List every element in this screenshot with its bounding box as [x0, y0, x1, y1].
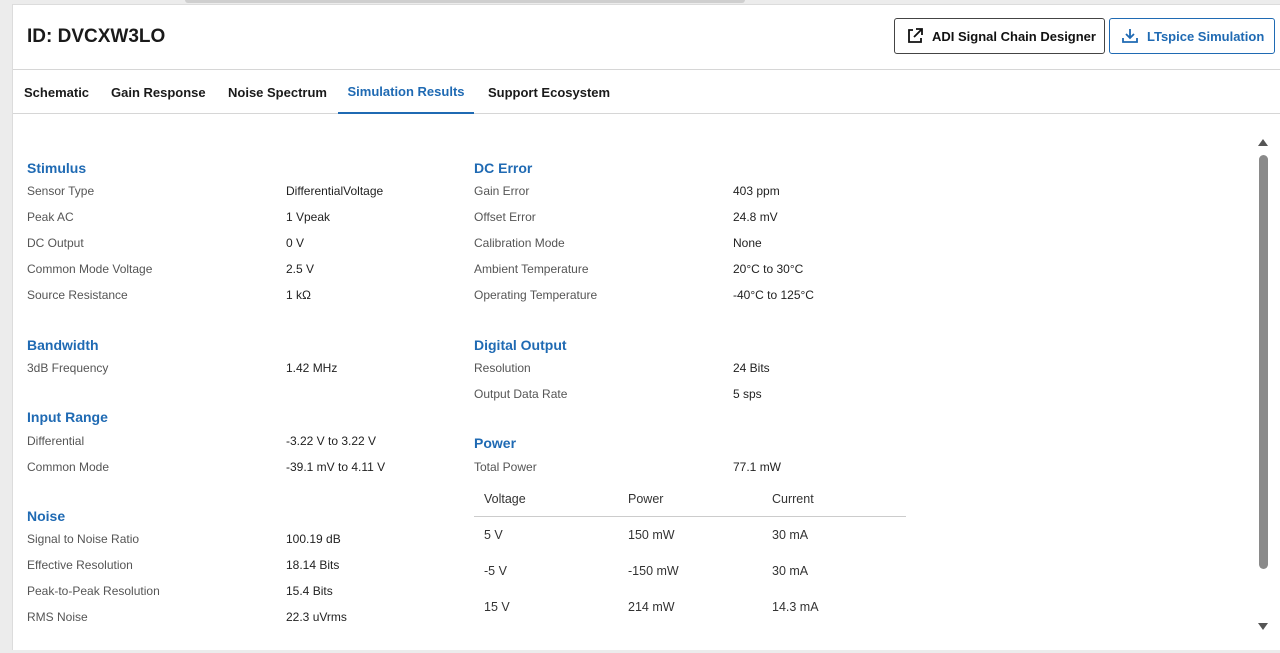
value-source-resistance: 1 kΩ	[286, 288, 311, 302]
power-table-cell: 5 V	[484, 528, 503, 542]
label-differential: Differential	[27, 434, 85, 448]
label-operating-temperature: Operating Temperature	[474, 288, 598, 302]
label-3db-frequency: 3dB Frequency	[27, 361, 109, 375]
adi-signal-chain-designer-label: ADI Signal Chain Designer	[932, 28, 1096, 44]
label-common-mode-voltage: Common Mode Voltage	[27, 262, 153, 276]
scroll-up-icon[interactable]	[1258, 139, 1268, 146]
value-3db-frequency: 1.42 MHz	[286, 361, 338, 375]
power-table-cell: 14.3 mA	[772, 600, 819, 614]
label-peak-ac: Peak AC	[27, 210, 74, 224]
label-peak-to-peak-resolution: Peak-to-Peak Resolution	[27, 584, 160, 598]
scrollbar-thumb[interactable]	[1259, 155, 1268, 569]
power-table-header-voltage: Voltage	[484, 492, 526, 506]
tab-bar: Schematic Gain Response Noise Spectrum S…	[13, 70, 1280, 114]
tab-schematic[interactable]: Schematic	[24, 70, 89, 114]
power-table-cell: 150 mW	[628, 528, 675, 542]
section-title-noise: Noise	[27, 508, 66, 524]
label-source-resistance: Source Resistance	[27, 288, 128, 302]
tab-simulation-results[interactable]: Simulation Results	[338, 70, 474, 114]
label-sensor-type: Sensor Type	[27, 184, 95, 198]
label-total-power: Total Power	[474, 460, 537, 474]
value-snr: 100.19 dB	[286, 532, 341, 546]
power-table-cell: 30 mA	[772, 528, 809, 542]
label-effective-resolution: Effective Resolution	[27, 558, 133, 572]
power-table-header-power: Power	[628, 492, 664, 506]
value-gain-error: 403 ppm	[733, 184, 780, 198]
scroll-down-icon[interactable]	[1258, 623, 1268, 630]
value-calibration-mode: None	[733, 236, 762, 250]
tab-gain-response[interactable]: Gain Response	[111, 70, 206, 114]
label-offset-error: Offset Error	[474, 210, 536, 224]
value-effective-resolution: 18.14 Bits	[286, 558, 340, 572]
label-gain-error: Gain Error	[474, 184, 530, 198]
label-ambient-temperature: Ambient Temperature	[474, 262, 589, 276]
tab-support-ecosystem[interactable]: Support Ecosystem	[488, 70, 610, 114]
value-total-power: 77.1 mW	[733, 460, 782, 474]
value-sensor-type: DifferentialVoltage	[286, 184, 384, 198]
value-offset-error: 24.8 mV	[733, 210, 778, 224]
power-table-header-current: Current	[772, 492, 814, 506]
section-title-dc-error: DC Error	[474, 160, 533, 176]
power-table-cell: -5 V	[484, 564, 507, 578]
value-peak-to-peak-resolution: 15.4 Bits	[286, 584, 333, 598]
section-title-power: Power	[474, 435, 517, 451]
value-operating-temperature: -40°C to 125°C	[733, 288, 814, 302]
results-panel: ID: DVCXW3LO ADI Signal Chain Designer L…	[12, 4, 1280, 650]
section-title-digital-output: Digital Output	[474, 337, 567, 353]
value-common-mode: -39.1 mV to 4.11 V	[286, 460, 386, 474]
download-icon	[1122, 29, 1138, 43]
top-shadow	[185, 0, 745, 3]
value-peak-ac: 1 Vpeak	[286, 210, 331, 224]
ltspice-simulation-label: LTspice Simulation	[1147, 28, 1265, 44]
section-title-input-range: Input Range	[27, 409, 108, 425]
section-title-bandwidth: Bandwidth	[27, 337, 99, 353]
value-rms-noise: 22.3 uVrms	[286, 610, 347, 624]
tab-noise-spectrum[interactable]: Noise Spectrum	[228, 70, 327, 114]
label-snr: Signal to Noise Ratio	[27, 532, 140, 546]
label-dc-output: DC Output	[27, 236, 84, 250]
value-output-data-rate: 5 sps	[733, 387, 762, 401]
label-calibration-mode: Calibration Mode	[474, 236, 565, 250]
external-link-icon	[908, 28, 923, 43]
value-ambient-temperature: 20°C to 30°C	[733, 262, 804, 276]
adi-signal-chain-designer-button[interactable]: ADI Signal Chain Designer	[894, 18, 1105, 54]
label-common-mode: Common Mode	[27, 460, 110, 474]
results-content: Stimulus Sensor Type DifferentialVoltage…	[13, 115, 1280, 651]
page-title: ID: DVCXW3LO	[27, 26, 166, 47]
power-table-divider	[474, 516, 906, 517]
label-rms-noise: RMS Noise	[27, 610, 88, 624]
power-table-cell: -150 mW	[628, 564, 679, 578]
value-dc-output: 0 V	[286, 236, 305, 250]
value-common-mode-voltage: 2.5 V	[286, 262, 315, 276]
ltspice-simulation-button[interactable]: LTspice Simulation	[1109, 18, 1275, 54]
value-resolution: 24 Bits	[733, 361, 770, 375]
label-output-data-rate: Output Data Rate	[474, 387, 568, 401]
label-resolution: Resolution	[474, 361, 531, 375]
power-table-cell: 214 mW	[628, 600, 675, 614]
power-table-cell: 30 mA	[772, 564, 809, 578]
section-title-stimulus: Stimulus	[27, 160, 87, 176]
panel-header: ID: DVCXW3LO ADI Signal Chain Designer L…	[13, 5, 1280, 70]
power-table-cell: 15 V	[484, 600, 510, 614]
value-differential: -3.22 V to 3.22 V	[286, 434, 377, 448]
